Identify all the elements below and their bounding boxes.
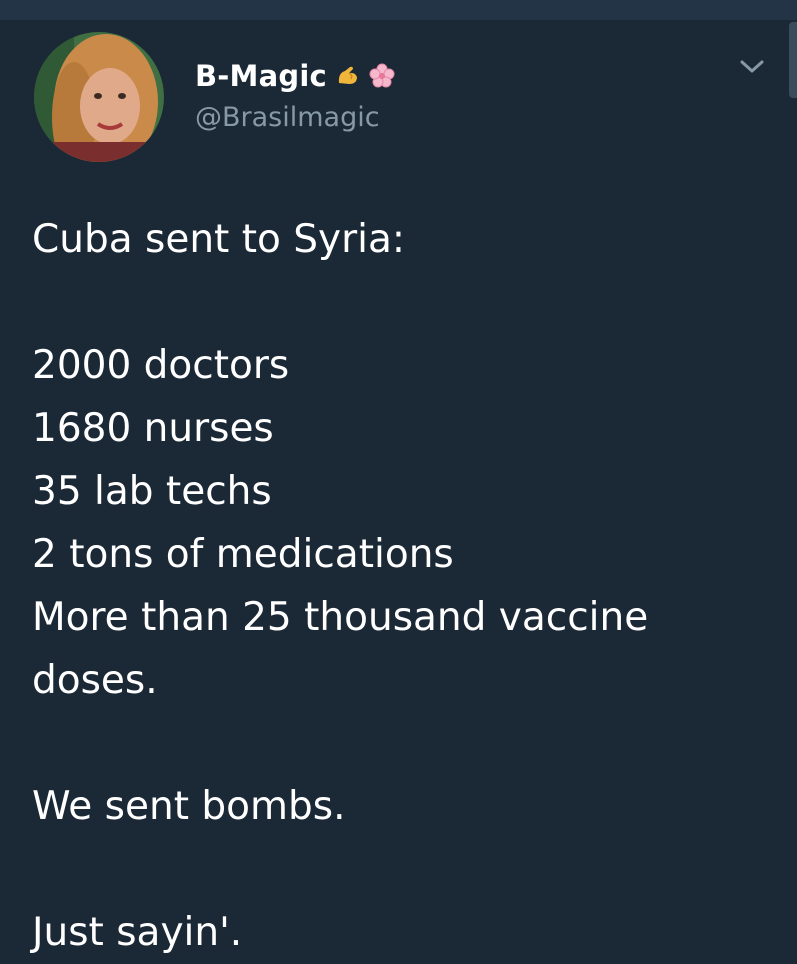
tweet-header: B-Magic @Brasilmagic — [195, 58, 395, 133]
avatar-image — [34, 32, 164, 162]
avatar[interactable] — [34, 32, 164, 162]
chevron-down-icon[interactable] — [736, 56, 768, 78]
tweet-line: doses. — [32, 658, 158, 703]
display-name-row: B-Magic — [195, 58, 395, 94]
tweet-line: 2000 doctors — [32, 343, 290, 388]
tweet-line: We sent bombs. — [32, 784, 346, 829]
tweet-text: Cuba sent to Syria: 2000 doctors 1680 nu… — [32, 208, 782, 964]
tweet-line: 1680 nurses — [32, 406, 274, 451]
cherry-blossom-icon — [369, 63, 395, 89]
tweet-line: More than 25 thousand vaccine — [32, 595, 649, 640]
status-bar — [0, 0, 797, 20]
tweet-line: 35 lab techs — [32, 469, 272, 514]
tweet-card[interactable]: B-Magic @Brasilmagic Cuba sent to Syria:… — [0, 20, 797, 960]
flexed-biceps-icon — [335, 63, 361, 89]
user-handle[interactable]: @Brasilmagic — [195, 102, 395, 133]
tweet-line: 2 tons of medications — [32, 532, 454, 577]
display-name[interactable]: B-Magic — [195, 59, 327, 93]
tweet-line: Cuba sent to Syria: — [32, 217, 406, 262]
tweet-line: Just sayin'. — [32, 910, 243, 955]
